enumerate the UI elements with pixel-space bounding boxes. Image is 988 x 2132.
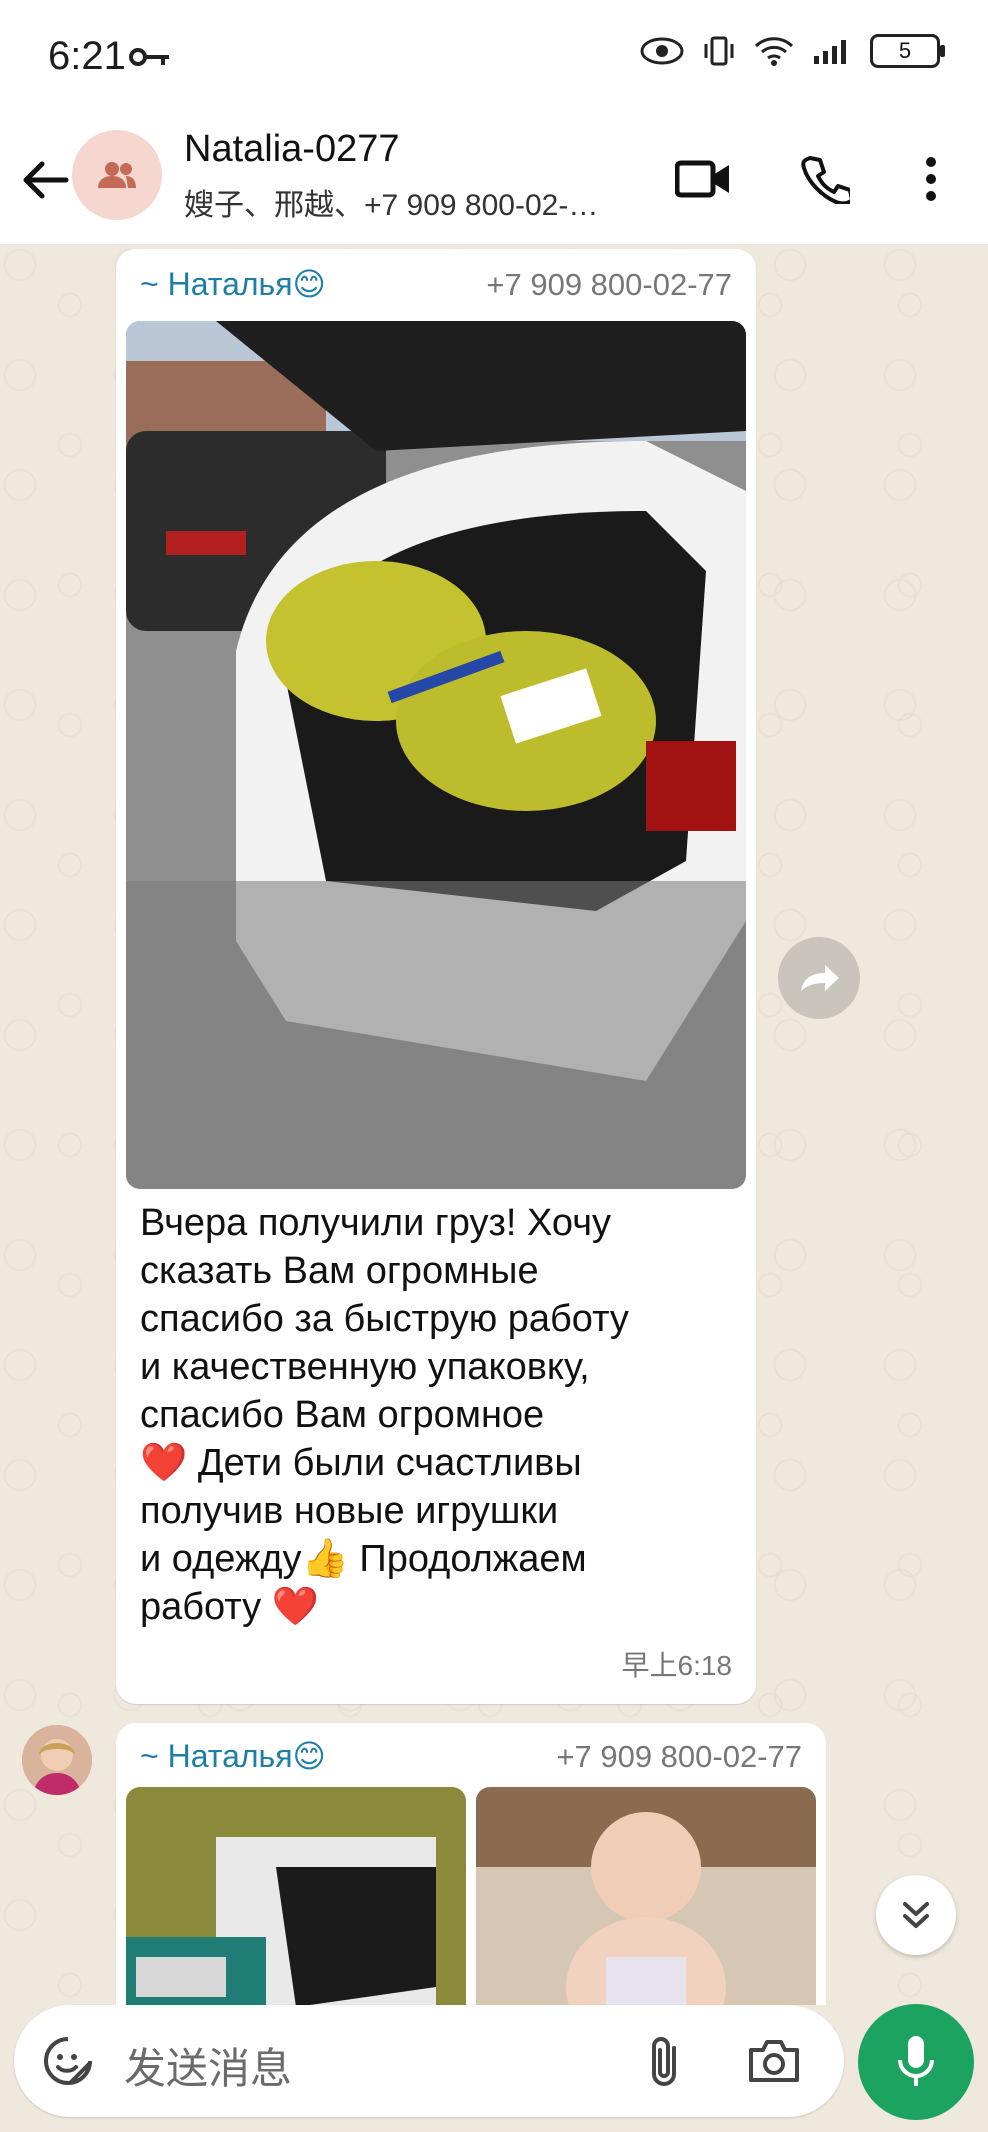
- message-photo[interactable]: [126, 1787, 466, 2005]
- microphone-icon: [898, 2036, 934, 2086]
- baby-photo: [476, 1787, 816, 2005]
- status-bar: 6:21 5: [0, 0, 988, 112]
- voice-call-button[interactable]: [796, 150, 854, 208]
- group-icon: [98, 162, 136, 188]
- message-phone: +7 909 800-02-77: [486, 267, 732, 302]
- message-text-line: и одежду👍 Продолжаем: [140, 1538, 587, 1580]
- message-time: 早上6:18: [621, 1650, 733, 1681]
- message-photo[interactable]: [476, 1787, 816, 2005]
- paperclip-icon: [652, 2037, 676, 2086]
- group-avatar[interactable]: [72, 130, 162, 220]
- message-bubble[interactable]: ~ Наталья😊 +7 909 800-02-77: [116, 1723, 826, 2005]
- video-call-button[interactable]: [674, 150, 732, 208]
- more-options-button[interactable]: [902, 150, 960, 208]
- message-sender[interactable]: ~ Наталья😊: [140, 265, 326, 303]
- arrow-left-icon: [23, 161, 69, 199]
- key-icon: [129, 48, 169, 66]
- message-text-line: ❤️ Дети были счастливы: [140, 1442, 582, 1484]
- message-sender[interactable]: ~ Наталья😊: [140, 1737, 326, 1775]
- message-text-line: спасибо за быструю работу: [140, 1298, 629, 1340]
- message-text-line: получив новые игрушки: [140, 1490, 559, 1532]
- chat-header: Natalia-0277 嫂子、邢越、+7 909 800-02-…: [0, 112, 988, 245]
- package-photo: [126, 1787, 466, 2005]
- chat-area[interactable]: ~ Наталья😊 +7 909 800-02-77 Вчера получи…: [0, 245, 988, 2005]
- message-text-line: спасибо Вам огромное: [140, 1394, 545, 1436]
- eye-icon: [640, 37, 684, 65]
- sender-avatar-photo: [22, 1725, 92, 1795]
- message-text-line: работу ❤️: [140, 1586, 320, 1628]
- chat-subtitle[interactable]: 嫂子、邢越、+7 909 800-02-…: [184, 180, 598, 224]
- battery-icon: 5: [870, 34, 945, 68]
- forward-button[interactable]: [778, 937, 860, 1019]
- message-photo[interactable]: [126, 321, 746, 1189]
- phone-icon: [801, 156, 850, 204]
- message-text-line: сказать Вам огромные: [140, 1250, 539, 1292]
- vibrate-icon: [704, 36, 734, 66]
- message-bubble[interactable]: ~ Наталья😊 +7 909 800-02-77 Вчера получи…: [116, 249, 756, 1704]
- car-trunk-photo: [126, 321, 746, 1189]
- camera-icon: [749, 2040, 799, 2082]
- camera-button[interactable]: [746, 2033, 802, 2089]
- voice-message-button[interactable]: [858, 2004, 974, 2120]
- video-camera-icon: [675, 160, 729, 198]
- forward-icon: [801, 965, 839, 991]
- attach-button[interactable]: [636, 2033, 692, 2089]
- signal-icon: [814, 40, 846, 64]
- sticker-button[interactable]: [40, 2033, 96, 2089]
- back-button[interactable]: [18, 152, 74, 208]
- status-time: 6:21: [48, 34, 126, 78]
- message-composer: 发送消息: [14, 2005, 844, 2117]
- chat-title[interactable]: Natalia-0277: [184, 128, 399, 171]
- status-icons: 5: [640, 34, 945, 68]
- message-text-line: и качественную упаковку,: [140, 1346, 590, 1388]
- message-text-line: Вчера получили груз! Хочу: [140, 1202, 611, 1244]
- message-text: Вчера получили груз! Хочу сказать Вам ог…: [140, 1199, 700, 1631]
- message-phone: +7 909 800-02-77: [556, 1739, 802, 1774]
- message-input[interactable]: 发送消息: [124, 2035, 292, 2096]
- wifi-icon: [754, 37, 794, 66]
- sticker-icon: [44, 2037, 92, 2085]
- scroll-down-button[interactable]: [876, 1875, 956, 1955]
- more-vertical-icon: [926, 157, 936, 201]
- sender-avatar[interactable]: [22, 1725, 92, 1795]
- double-chevron-down-icon: [903, 1902, 929, 1928]
